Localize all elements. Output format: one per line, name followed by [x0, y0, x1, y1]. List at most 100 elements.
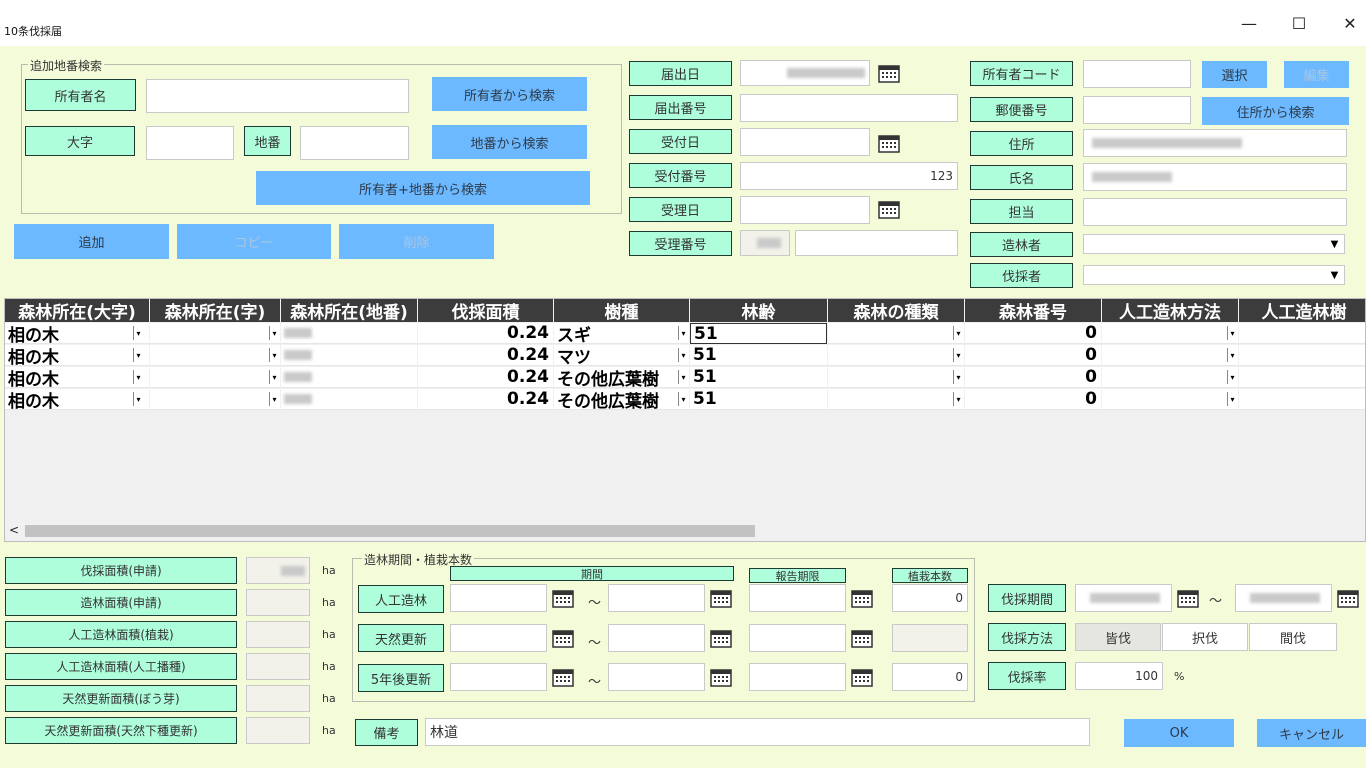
area-input[interactable]: [246, 621, 310, 648]
grid-header[interactable]: 林齢: [690, 299, 828, 322]
grid-header[interactable]: 人工造林樹: [1239, 299, 1365, 322]
grid-cell-area[interactable]: 0.24: [418, 367, 553, 388]
method-option-takubatsu[interactable]: 択伐: [1162, 623, 1248, 651]
minimize-button[interactable]: —: [1229, 12, 1269, 36]
bassai-select[interactable]: ▼: [1083, 265, 1345, 285]
area-input[interactable]: [246, 685, 310, 712]
grid-cell-oaza[interactable]: 相の木: [5, 345, 149, 366]
period-end-input[interactable]: [608, 663, 705, 691]
grid-header[interactable]: 森林番号: [965, 299, 1102, 322]
grid-cell-chiban[interactable]: [281, 323, 417, 344]
search-owner-button[interactable]: 所有者から検索: [432, 77, 587, 111]
grid-cell-area[interactable]: 0.24: [418, 345, 553, 366]
method-option-kanbatsu[interactable]: 間伐: [1249, 623, 1337, 651]
calendar-icon[interactable]: [877, 133, 901, 153]
remarks-input[interactable]: 林道: [425, 718, 1090, 746]
period-start-input[interactable]: [450, 624, 547, 652]
select-button[interactable]: 選択: [1202, 61, 1267, 88]
area-input[interactable]: [246, 653, 310, 680]
cutting-start-input[interactable]: [1075, 584, 1172, 612]
search-address-button[interactable]: 住所から検索: [1202, 97, 1349, 125]
grid-cell-oaza[interactable]: 相の木: [5, 389, 149, 410]
calendar-icon[interactable]: [551, 628, 575, 648]
tanto-input[interactable]: [1083, 198, 1347, 226]
dropdown-arrow-icon[interactable]: ▾: [953, 392, 963, 406]
grid-header[interactable]: 森林所在(地番): [281, 299, 418, 322]
todokede-no-input[interactable]: [740, 94, 958, 122]
planting-count-input[interactable]: [892, 624, 968, 652]
calendar-icon[interactable]: [850, 628, 874, 648]
grid-cell-age[interactable]: 51: [690, 389, 827, 410]
grid-header[interactable]: 樹種: [554, 299, 690, 322]
report-date-input[interactable]: [749, 624, 846, 652]
dropdown-arrow-icon[interactable]: ▾: [678, 348, 688, 362]
grid-cell-species[interactable]: その他広葉樹: [554, 389, 689, 410]
planting-count-input[interactable]: 0: [892, 663, 968, 691]
grid-cell-aza[interactable]: [150, 367, 280, 388]
grid-cell-species[interactable]: スギ: [554, 323, 689, 344]
dropdown-arrow-icon[interactable]: ▾: [678, 370, 688, 384]
dropdown-arrow-icon[interactable]: ▾: [1227, 348, 1237, 362]
forest-grid[interactable]: 森林所在(大字) 森林所在(字) 森林所在(地番) 伐採面積 樹種 林齢 森林の…: [4, 298, 1366, 542]
grid-cell-age[interactable]: 51: [690, 367, 827, 388]
cutting-end-input[interactable]: [1235, 584, 1332, 612]
grid-cell-tree[interactable]: [1239, 323, 1365, 344]
grid-cell-kind[interactable]: [828, 389, 964, 410]
grid-cell-aza[interactable]: [150, 323, 280, 344]
todokede-date-input[interactable]: [740, 60, 870, 86]
calendar-icon[interactable]: [709, 667, 733, 687]
grid-cell-tree[interactable]: [1239, 389, 1365, 410]
scrollbar-thumb[interactable]: [25, 525, 755, 537]
owner-code-input[interactable]: [1083, 60, 1191, 88]
grid-header[interactable]: 伐採面積: [418, 299, 554, 322]
juri-no-input[interactable]: [795, 230, 958, 256]
cancel-button[interactable]: キャンセル: [1257, 719, 1366, 747]
address-input[interactable]: [1083, 129, 1347, 157]
grid-cell-forest-no[interactable]: 0: [965, 389, 1101, 410]
grid-header[interactable]: 森林所在(字): [150, 299, 281, 322]
zorin-select[interactable]: ▼: [1083, 234, 1345, 254]
search-chiban-button[interactable]: 地番から検索: [432, 125, 587, 159]
report-date-input[interactable]: [749, 584, 846, 612]
dropdown-arrow-icon[interactable]: ▾: [269, 370, 279, 384]
dropdown-arrow-icon[interactable]: ▾: [133, 370, 143, 384]
uketsuke-no-input[interactable]: 123: [740, 162, 958, 190]
dropdown-arrow-icon[interactable]: ▾: [133, 348, 143, 362]
chiban-input[interactable]: [300, 126, 409, 160]
dropdown-arrow-icon[interactable]: ▾: [1227, 370, 1237, 384]
calendar-icon[interactable]: [1336, 588, 1360, 608]
dropdown-arrow-icon[interactable]: ▾: [1227, 392, 1237, 406]
calendar-icon[interactable]: [850, 667, 874, 687]
cutting-rate-input[interactable]: 100: [1075, 662, 1163, 690]
postal-input[interactable]: [1083, 96, 1191, 124]
owner-name-input[interactable]: [146, 79, 409, 113]
scroll-left-icon[interactable]: <: [9, 523, 19, 537]
grid-cell-kind[interactable]: [828, 323, 964, 344]
grid-cell-tree[interactable]: [1239, 367, 1365, 388]
grid-cell-species[interactable]: マツ: [554, 345, 689, 366]
method-option-kaibatsu[interactable]: 皆伐: [1075, 623, 1161, 651]
grid-cell-age[interactable]: 51: [690, 323, 827, 344]
grid-cell-chiban[interactable]: [281, 345, 417, 366]
edit-button[interactable]: 編集: [1284, 61, 1349, 88]
area-input[interactable]: [246, 589, 310, 616]
grid-cell-aza[interactable]: [150, 345, 280, 366]
calendar-icon[interactable]: [551, 588, 575, 608]
calendar-icon[interactable]: [551, 667, 575, 687]
maximize-button[interactable]: ☐: [1279, 12, 1319, 36]
grid-cell-aza[interactable]: [150, 389, 280, 410]
dropdown-arrow-icon[interactable]: ▾: [678, 326, 688, 340]
dropdown-arrow-icon[interactable]: ▾: [953, 326, 963, 340]
period-start-input[interactable]: [450, 663, 547, 691]
planting-count-input[interactable]: 0: [892, 584, 968, 612]
calendar-icon[interactable]: [1176, 588, 1200, 608]
delete-button[interactable]: 削除: [339, 224, 494, 259]
grid-cell-kind[interactable]: [828, 345, 964, 366]
grid-header[interactable]: 人工造林方法: [1102, 299, 1239, 322]
calendar-icon[interactable]: [850, 588, 874, 608]
grid-cell-forest-no[interactable]: 0: [965, 323, 1101, 344]
add-button[interactable]: 追加: [14, 224, 169, 259]
grid-cell-kind[interactable]: [828, 367, 964, 388]
grid-cell-age[interactable]: 51: [690, 345, 827, 366]
grid-cell-method[interactable]: [1102, 389, 1238, 410]
